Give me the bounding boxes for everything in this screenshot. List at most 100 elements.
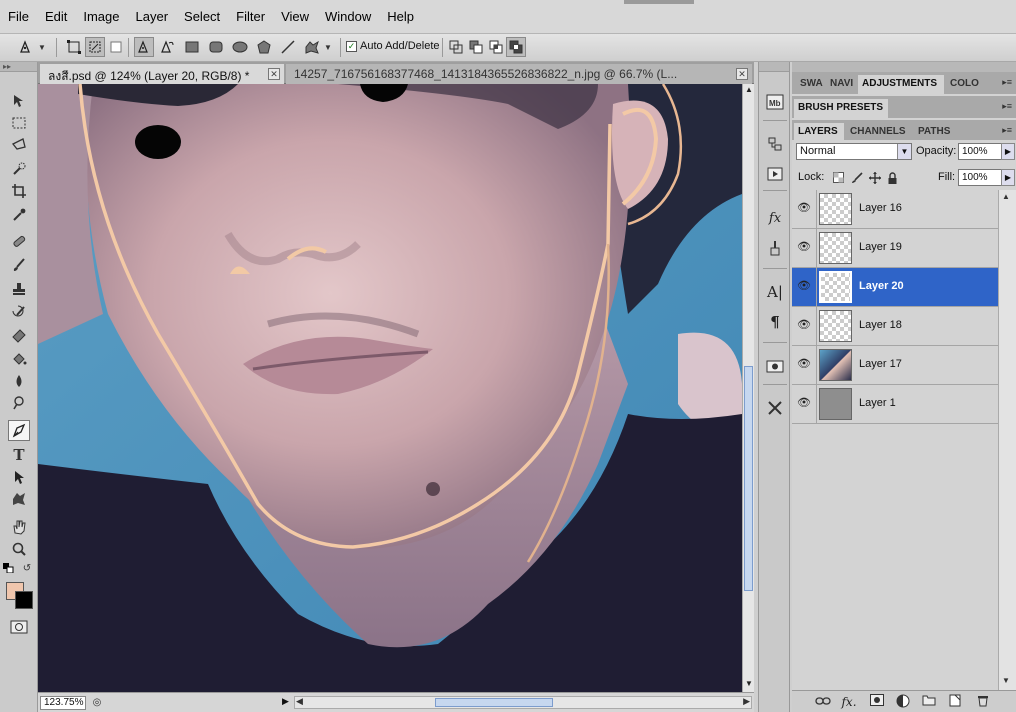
add-mask-icon[interactable]: [868, 694, 886, 710]
pen-tool-preset-icon[interactable]: [16, 37, 36, 57]
window-control[interactable]: [624, 0, 694, 4]
tab-inactive-document[interactable]: 14257_716756168377468_141318436552683682…: [286, 64, 752, 84]
menu-layer[interactable]: Layer: [128, 8, 177, 26]
eye-icon[interactable]: 👁: [796, 397, 812, 409]
polygon-tool-icon[interactable]: [254, 37, 274, 57]
freeform-pen-icon[interactable]: [157, 37, 177, 57]
tool-presets-icon[interactable]: [764, 238, 786, 258]
scroll-left-icon[interactable]: ◀: [296, 696, 303, 707]
eye-icon[interactable]: 👁: [796, 319, 812, 331]
scroll-up-icon[interactable]: ▲: [1002, 192, 1010, 201]
paint-bucket-icon[interactable]: [8, 348, 30, 369]
eye-icon[interactable]: 👁: [796, 358, 812, 370]
menu-view[interactable]: View: [273, 8, 317, 26]
menu-image[interactable]: Image: [75, 8, 127, 26]
tab-color[interactable]: COLO: [946, 75, 980, 94]
clone-source-icon[interactable]: [764, 356, 786, 376]
scroll-right-icon[interactable]: ▶: [743, 696, 750, 707]
custom-shape-icon[interactable]: [302, 37, 322, 57]
combine-intersect-icon[interactable]: [486, 37, 506, 57]
tab-adjustments[interactable]: ADJUSTMENTS: [858, 75, 944, 94]
mini-bridge-icon[interactable]: Mb: [764, 92, 786, 112]
panel-menu-icon[interactable]: ▸≡: [1002, 101, 1012, 112]
lock-all-icon[interactable]: [886, 172, 899, 185]
shape-icon[interactable]: [8, 488, 30, 509]
chevron-right-icon[interactable]: ▶: [1001, 143, 1015, 160]
layer-row[interactable]: 👁 Layer 19: [792, 229, 998, 268]
chevron-down-icon[interactable]: ▼: [36, 37, 48, 57]
pen-tool-icon[interactable]: [134, 37, 154, 57]
menu-file[interactable]: File: [0, 8, 37, 26]
scroll-up-icon[interactable]: ▲: [743, 84, 755, 96]
scroll-down-icon[interactable]: ▼: [1002, 676, 1010, 685]
paths-mode-icon[interactable]: [85, 37, 105, 57]
fill-field[interactable]: 100% ▶: [958, 169, 1015, 186]
horizontal-scroll-thumb[interactable]: [435, 698, 553, 707]
character-icon[interactable]: A|: [764, 282, 786, 302]
scroll-down-icon[interactable]: ▼: [743, 678, 755, 690]
eye-icon[interactable]: 👁: [796, 241, 812, 253]
layer-row[interactable]: 👁 Layer 1: [792, 385, 998, 424]
status-menu-arrow-icon[interactable]: ▶: [282, 696, 292, 710]
tab-swatches[interactable]: SWA: [796, 75, 824, 94]
clone-stamp-icon[interactable]: [8, 278, 30, 299]
panels-grip[interactable]: [792, 62, 1016, 72]
quick-mask-icon[interactable]: [8, 616, 30, 637]
quick-select-icon[interactable]: [8, 158, 30, 179]
swap-colors-icon[interactable]: ↺: [20, 562, 34, 574]
dodge-icon[interactable]: [8, 392, 30, 413]
combine-add-icon[interactable]: [446, 37, 466, 57]
tab-brush-presets[interactable]: BRUSH PRESETS: [794, 99, 888, 118]
new-group-icon[interactable]: [920, 694, 938, 710]
blur-icon[interactable]: [8, 370, 30, 391]
tab-navigator[interactable]: NAVI: [826, 75, 856, 94]
marquee-icon[interactable]: [8, 112, 30, 133]
layer-row-selected[interactable]: 👁 Layer 20: [792, 268, 998, 307]
vertical-scroll-thumb[interactable]: [744, 366, 753, 591]
menu-edit[interactable]: Edit: [37, 8, 75, 26]
brush-icon[interactable]: [8, 254, 30, 275]
canvas-horizontal-scrollbar[interactable]: ◀ ▶: [294, 696, 752, 709]
close-icon[interactable]: ✕: [268, 68, 280, 80]
healing-brush-icon[interactable]: [8, 230, 30, 251]
canvas-vertical-scrollbar[interactable]: ▲ ▼: [742, 84, 754, 692]
combine-exclude-icon[interactable]: [506, 37, 526, 57]
actions-icon[interactable]: [764, 164, 786, 184]
eye-icon[interactable]: 👁: [796, 280, 812, 292]
zoom-level-field[interactable]: 123.75%: [40, 696, 86, 710]
eraser-icon[interactable]: [8, 324, 30, 345]
lock-pixels-icon[interactable]: [850, 172, 863, 185]
new-layer-icon[interactable]: [946, 694, 964, 710]
lasso-icon[interactable]: [8, 134, 30, 155]
panel-menu-icon[interactable]: ▸≡: [1002, 77, 1012, 88]
line-tool-icon[interactable]: [278, 37, 298, 57]
auto-add-delete[interactable]: ✓ Auto Add/Delete: [346, 40, 440, 52]
layer-row[interactable]: 👁 Layer 16: [792, 190, 998, 229]
document-canvas[interactable]: [38, 84, 742, 692]
fill-pixels-icon[interactable]: [106, 37, 126, 57]
type-icon[interactable]: T: [8, 444, 30, 465]
pen-icon[interactable]: [8, 420, 30, 441]
fx-icon[interactable]: fx.: [840, 694, 858, 710]
layer-row[interactable]: 👁 Layer 18: [792, 307, 998, 346]
rounded-rect-tool-icon[interactable]: [206, 37, 226, 57]
history-icon[interactable]: [764, 134, 786, 154]
layer-row[interactable]: 👁 Layer 17: [792, 346, 998, 385]
menu-select[interactable]: Select: [176, 8, 228, 26]
move-icon[interactable]: [8, 90, 30, 111]
layers-scrollbar[interactable]: ▲ ▼: [998, 190, 1016, 690]
link-layers-icon[interactable]: [814, 694, 832, 710]
adjustment-layer-icon[interactable]: [894, 694, 912, 710]
chevron-down-icon[interactable]: ▼: [897, 144, 911, 159]
eyedropper-icon[interactable]: [8, 204, 30, 225]
chevron-right-icon[interactable]: ▶: [1001, 169, 1015, 186]
auto-add-delete-checkbox[interactable]: ✓: [346, 40, 357, 52]
delete-layer-icon[interactable]: [974, 694, 992, 710]
path-select-icon[interactable]: [8, 466, 30, 487]
chevron-down-icon[interactable]: ▼: [322, 37, 334, 57]
lock-position-icon[interactable]: [868, 172, 881, 185]
zoom-icon[interactable]: [8, 538, 30, 559]
menu-filter[interactable]: Filter: [228, 8, 273, 26]
panel-menu-icon[interactable]: ▸≡: [1002, 125, 1012, 136]
crop-icon[interactable]: [8, 180, 30, 201]
